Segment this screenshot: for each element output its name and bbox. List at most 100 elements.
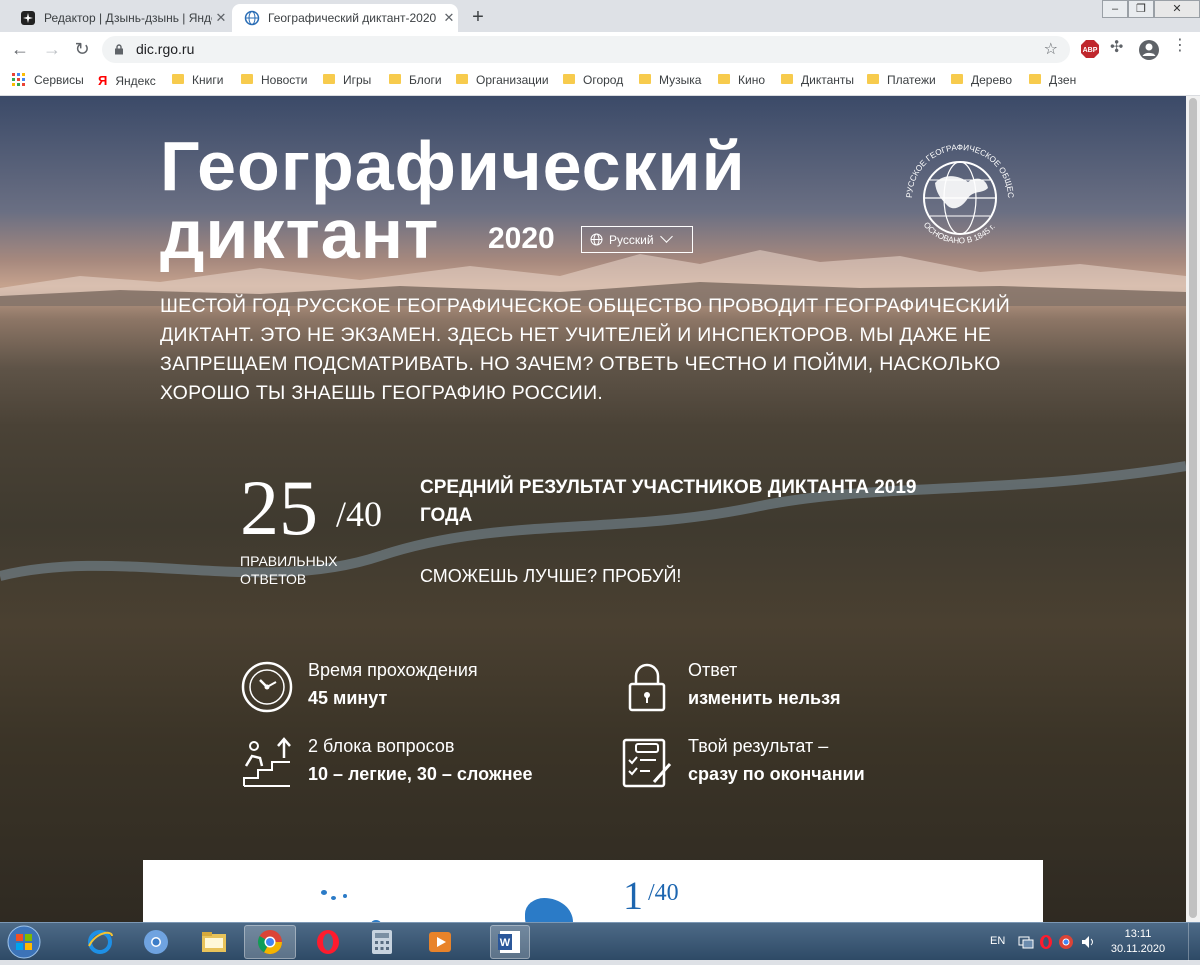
bookmark-yandex[interactable]: Я Яндекс	[98, 73, 156, 88]
bookmark-folder[interactable]: Блоги	[389, 73, 442, 87]
title-line-1: Географический	[160, 127, 746, 205]
bookmark-label: Новости	[261, 73, 308, 87]
maximize-button[interactable]: ❐	[1128, 0, 1154, 18]
feature-title: Ответ	[688, 660, 738, 680]
folder-icon	[867, 74, 879, 84]
intro-text: ШЕСТОЙ ГОД РУССКОЕ ГЕОГРАФИЧЕСКОЕ ОБЩЕСТ…	[160, 295, 1011, 404]
bookmark-folder[interactable]: Книги	[172, 73, 223, 87]
bookmark-label: Сервисы	[34, 73, 84, 87]
bookmark-label: Платежи	[887, 73, 936, 87]
show-desktop-button[interactable]	[1188, 923, 1200, 961]
close-window-button[interactable]: ✕	[1154, 0, 1200, 18]
map-fragment	[331, 896, 336, 900]
language-select[interactable]: Русский	[581, 226, 693, 253]
bookmark-folder[interactable]: Платежи	[867, 73, 936, 87]
bookmark-folder[interactable]: Игры	[323, 73, 371, 87]
bookmarks-bar: Сервисы Я Яндекс Книги Новости Игры Блог…	[0, 66, 1200, 96]
yandex-logo-icon: Я	[98, 73, 108, 88]
question-card: 1 /40	[143, 860, 1043, 922]
profile-avatar-icon[interactable]	[1138, 39, 1160, 66]
feature-value: сразу по окончании	[688, 764, 865, 784]
padlock-icon	[628, 663, 666, 712]
tab-close-icon[interactable]: ✕	[440, 10, 458, 26]
bookmark-label: Музыка	[659, 73, 702, 87]
score-total: /40	[336, 494, 383, 534]
feature-value: изменить нельзя	[688, 688, 841, 708]
tab-editor[interactable]: Редактор | Дзынь-дзынь | Яндекс ✕	[8, 4, 230, 32]
address-bar[interactable]: dic.rgo.ru ☆	[102, 36, 1070, 63]
map-fragment	[321, 890, 327, 895]
bookmark-folder[interactable]: Музыка	[639, 73, 701, 87]
chromium-icon[interactable]	[130, 925, 182, 959]
bookmark-folder[interactable]: Диктанты	[781, 73, 854, 87]
forward-arrow-icon[interactable]: →	[40, 38, 64, 60]
taskbar: W EN 13:11 30.11.2020	[0, 922, 1200, 961]
bookmark-folder[interactable]: Организации	[456, 73, 549, 87]
adblock-icon[interactable]: ABP	[1080, 39, 1100, 64]
file-explorer-icon[interactable]	[188, 925, 240, 959]
map-fragment	[343, 894, 347, 898]
language-indicator[interactable]: EN	[990, 935, 1005, 947]
menu-dots-icon[interactable]: ⋮	[1172, 35, 1188, 55]
video-player-icon[interactable]	[414, 925, 466, 959]
checklist-icon	[622, 738, 672, 788]
bookmark-label: Игры	[343, 73, 372, 87]
bookmark-services[interactable]: Сервисы	[12, 73, 84, 87]
feature-title: Время прохождения	[308, 660, 478, 680]
extensions-puzzle-icon[interactable]: ✣	[1110, 37, 1123, 57]
bookmark-folder[interactable]: Дзен	[1029, 73, 1076, 87]
folder-icon	[1029, 74, 1041, 84]
calculator-icon[interactable]	[356, 925, 408, 959]
score-label: ПРАВИЛЬНЫХ ОТВЕТОВ	[240, 553, 338, 587]
bookmark-label: Кино	[738, 73, 765, 87]
tab-dictation[interactable]: Географический диктант-2020 | ✕	[232, 4, 458, 32]
clock-date: 30.11.2020	[1110, 943, 1166, 955]
opera-tray-icon[interactable]	[1038, 934, 1054, 950]
windows-logo-icon	[7, 925, 41, 959]
bookmark-label: Книги	[192, 73, 224, 87]
bookmark-folder[interactable]: Новости	[241, 73, 307, 87]
bookmark-folder[interactable]: Дерево	[951, 73, 1012, 87]
scrollbar-thumb[interactable]	[1189, 98, 1197, 918]
feature-value: 10 – легкие, 30 – сложнее	[308, 764, 533, 784]
start-button[interactable]	[2, 924, 46, 960]
bookmark-folder[interactable]: Кино	[718, 73, 765, 87]
network-icon[interactable]	[1018, 934, 1034, 950]
bookmark-label: Дерево	[971, 73, 1013, 87]
volume-icon[interactable]	[1080, 934, 1096, 950]
tab-strip: Редактор | Дзынь-дзынь | Яндекс ✕ Геогра…	[0, 0, 1200, 32]
new-tab-button[interactable]: +	[468, 6, 488, 29]
lock-icon	[115, 44, 123, 55]
feature-title: Твой результат –	[688, 736, 829, 756]
feature-value: 45 минут	[308, 688, 388, 708]
tab-close-icon[interactable]: ✕	[212, 10, 230, 26]
internet-explorer-icon[interactable]	[74, 925, 126, 959]
bookmark-star-icon[interactable]: ☆	[1044, 36, 1058, 63]
chrome-icon[interactable]	[244, 925, 296, 959]
bookmark-label: Огород	[583, 73, 624, 87]
folder-icon	[172, 74, 184, 84]
page-scrollbar[interactable]	[1186, 96, 1200, 922]
opera-icon[interactable]	[302, 925, 354, 959]
tab-title: Географический диктант-2020 |	[268, 11, 440, 25]
minimize-button[interactable]: –	[1102, 0, 1128, 18]
average-score: 25	[240, 464, 318, 551]
browser-toolbar: ← → ↻ dic.rgo.ru ☆ ABP ✣ ⋮	[0, 32, 1200, 66]
bookmark-folder[interactable]: Огород	[563, 73, 623, 87]
word-icon[interactable]: W	[490, 925, 530, 959]
feature-time: Время прохождения 45 минут	[240, 660, 600, 720]
river-image	[0, 461, 1186, 581]
bookmark-label: Дзен	[1049, 73, 1077, 87]
chrome-tray-icon[interactable]	[1058, 934, 1074, 950]
hero-section: Географический диктант 2020 Русский РУСС…	[0, 96, 1186, 922]
back-arrow-icon[interactable]: ←	[8, 38, 32, 60]
clock[interactable]: 13:11 30.11.2020	[1108, 927, 1168, 957]
feature-blocks: 2 блока вопросов 10 – легкие, 30 – сложн…	[240, 736, 600, 796]
dzen-favicon-icon	[20, 10, 36, 26]
folder-icon	[241, 74, 253, 84]
clock-time: 13:11	[1124, 928, 1152, 940]
reload-icon[interactable]: ↻	[70, 38, 94, 60]
tab-title: Редактор | Дзынь-дзынь | Яндекс	[44, 11, 212, 25]
stairs-icon	[243, 737, 291, 787]
window-controls: – ❐ ✕	[1102, 0, 1200, 18]
